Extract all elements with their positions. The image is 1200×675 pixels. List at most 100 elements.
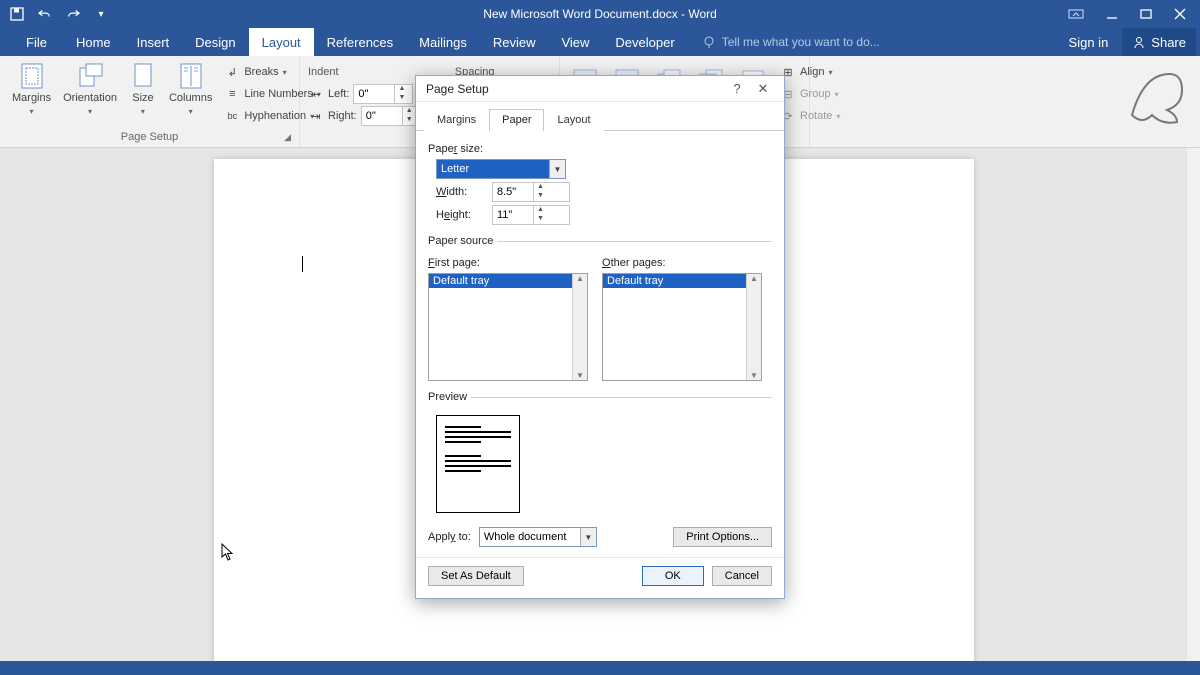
first-page-option[interactable]: Default tray: [429, 274, 587, 288]
paper-size-value: Letter: [437, 160, 549, 178]
dialog-close-button[interactable]: ✕: [750, 81, 776, 97]
mouse-pointer-icon: [221, 543, 235, 561]
other-pages-listbox[interactable]: Default tray ▲▼: [602, 273, 762, 381]
orientation-button[interactable]: Orientation▾: [57, 58, 123, 118]
undo-icon[interactable]: [38, 7, 52, 21]
watermark-icon: [1122, 60, 1192, 130]
line-numbers-icon: ≡: [224, 86, 240, 102]
save-icon[interactable]: [10, 7, 24, 21]
tab-review[interactable]: Review: [480, 28, 549, 56]
tab-design[interactable]: Design: [182, 28, 248, 56]
paper-source-label: Paper source: [428, 235, 497, 247]
indent-right-icon: ⇥: [308, 108, 324, 124]
tab-mailings[interactable]: Mailings: [406, 28, 480, 56]
dialog-tab-layout[interactable]: Layout: [544, 109, 603, 131]
vertical-scrollbar[interactable]: [1186, 148, 1200, 661]
preview-label: Preview: [428, 391, 471, 403]
share-label: Share: [1151, 35, 1186, 50]
title-bar: ▾ New Microsoft Word Document.docx - Wor…: [0, 0, 1200, 28]
minimize-icon[interactable]: [1106, 8, 1118, 20]
group-page-setup: Margins▾ Orientation▾ Size▾ Columns▾ ↲Br…: [0, 56, 300, 147]
share-icon: [1132, 35, 1146, 49]
dialog-help-button[interactable]: ?: [724, 81, 750, 96]
align-button[interactable]: ⊞Align ▾: [778, 62, 842, 82]
margins-icon: [18, 62, 46, 90]
qat-customize-icon[interactable]: ▾: [94, 7, 108, 21]
status-bar: [0, 661, 1200, 675]
tab-insert[interactable]: Insert: [124, 28, 183, 56]
tab-view[interactable]: View: [548, 28, 602, 56]
tab-references[interactable]: References: [314, 28, 406, 56]
other-pages-label: Other pages:: [602, 257, 762, 269]
hyphenation-label: Hyphenation: [244, 110, 306, 122]
sign-in-link[interactable]: Sign in: [1059, 35, 1119, 50]
columns-icon: [177, 62, 205, 90]
tab-developer[interactable]: Developer: [602, 28, 687, 56]
dialog-titlebar: Page Setup ? ✕: [416, 76, 784, 102]
margins-button[interactable]: Margins▾: [6, 58, 57, 118]
other-pages-option[interactable]: Default tray: [603, 274, 761, 288]
share-button[interactable]: Share: [1122, 28, 1196, 56]
apply-to-combo[interactable]: Whole document ▼: [479, 527, 597, 547]
chevron-down-icon: ▼: [580, 528, 596, 546]
page-setup-dialog: Page Setup ? ✕ Margins Paper Layout Pape…: [415, 75, 785, 599]
tab-home[interactable]: Home: [63, 28, 124, 56]
paper-size-combo[interactable]: Letter ▼: [436, 159, 566, 179]
dialog-tab-margins[interactable]: Margins: [424, 109, 489, 131]
ribbon-options-icon[interactable]: [1068, 9, 1084, 19]
tab-layout[interactable]: Layout: [249, 28, 314, 56]
set-as-default-button[interactable]: Set As Default: [428, 566, 524, 586]
width-input[interactable]: ▲▼: [492, 182, 570, 202]
dialog-title: Page Setup: [426, 82, 489, 96]
maximize-icon[interactable]: [1140, 8, 1152, 20]
listbox-scrollbar[interactable]: ▲▼: [572, 274, 587, 380]
indent-right-label: Right:: [328, 110, 357, 122]
indent-right-row: ⇥ Right: ▲▼: [306, 106, 423, 126]
indent-left-icon: ⇤: [308, 86, 324, 102]
redo-icon[interactable]: [66, 7, 80, 21]
size-button[interactable]: Size▾: [123, 58, 163, 118]
lightbulb-icon: [702, 35, 716, 49]
listbox-scrollbar[interactable]: ▲▼: [746, 274, 761, 380]
columns-button[interactable]: Columns▾: [163, 58, 218, 118]
tell-me-placeholder: Tell me what you want to do...: [722, 35, 880, 49]
group-objects-button[interactable]: ⊟Group ▾: [778, 84, 842, 104]
columns-label: Columns: [169, 92, 212, 104]
document-title: New Microsoft Word Document.docx - Word: [0, 7, 1200, 21]
chevron-down-icon: ▼: [549, 160, 565, 178]
orientation-icon: [76, 62, 104, 90]
ok-button[interactable]: OK: [642, 566, 704, 586]
first-page-label: First page:: [428, 257, 588, 269]
preview-group: Preview: [428, 391, 772, 513]
indent-left-label: Left:: [328, 88, 349, 100]
indent-right-input[interactable]: ▲▼: [361, 106, 421, 126]
height-input[interactable]: ▲▼: [492, 205, 570, 225]
print-options-button[interactable]: Print Options...: [673, 527, 772, 547]
rotate-label: Rotate: [800, 110, 832, 122]
indent-header: Indent: [306, 62, 423, 82]
tab-file[interactable]: File: [10, 28, 63, 56]
ribbon-tabs: File Home Insert Design Layout Reference…: [0, 28, 1200, 56]
paper-size-label: Paper size:: [428, 143, 772, 155]
rotate-button[interactable]: ⟳Rotate ▾: [778, 106, 842, 126]
size-icon: [129, 62, 157, 90]
text-cursor: [302, 256, 303, 272]
margins-label: Margins: [12, 92, 51, 104]
preview-thumbnail: [436, 415, 520, 513]
dialog-tab-paper[interactable]: Paper: [489, 109, 544, 131]
size-label: Size: [132, 92, 153, 104]
dialog-footer: Set As Default OK Cancel: [416, 557, 784, 598]
quick-access-toolbar: ▾: [0, 7, 118, 21]
close-icon[interactable]: [1174, 8, 1186, 20]
indent-left-input[interactable]: ▲▼: [353, 84, 413, 104]
cancel-button[interactable]: Cancel: [712, 566, 772, 586]
first-page-listbox[interactable]: Default tray ▲▼: [428, 273, 588, 381]
orientation-label: Orientation: [63, 92, 117, 104]
page-setup-launcher-icon[interactable]: ◢: [284, 132, 291, 143]
breaks-icon: ↲: [224, 64, 240, 80]
align-label: Align: [800, 66, 824, 78]
page-setup-group-label: Page Setup◢: [6, 129, 293, 147]
group-label: Group: [800, 88, 831, 100]
tell-me-search[interactable]: Tell me what you want to do...: [688, 28, 880, 56]
paper-source-group: Paper source First page: Default tray ▲▼…: [428, 235, 772, 381]
